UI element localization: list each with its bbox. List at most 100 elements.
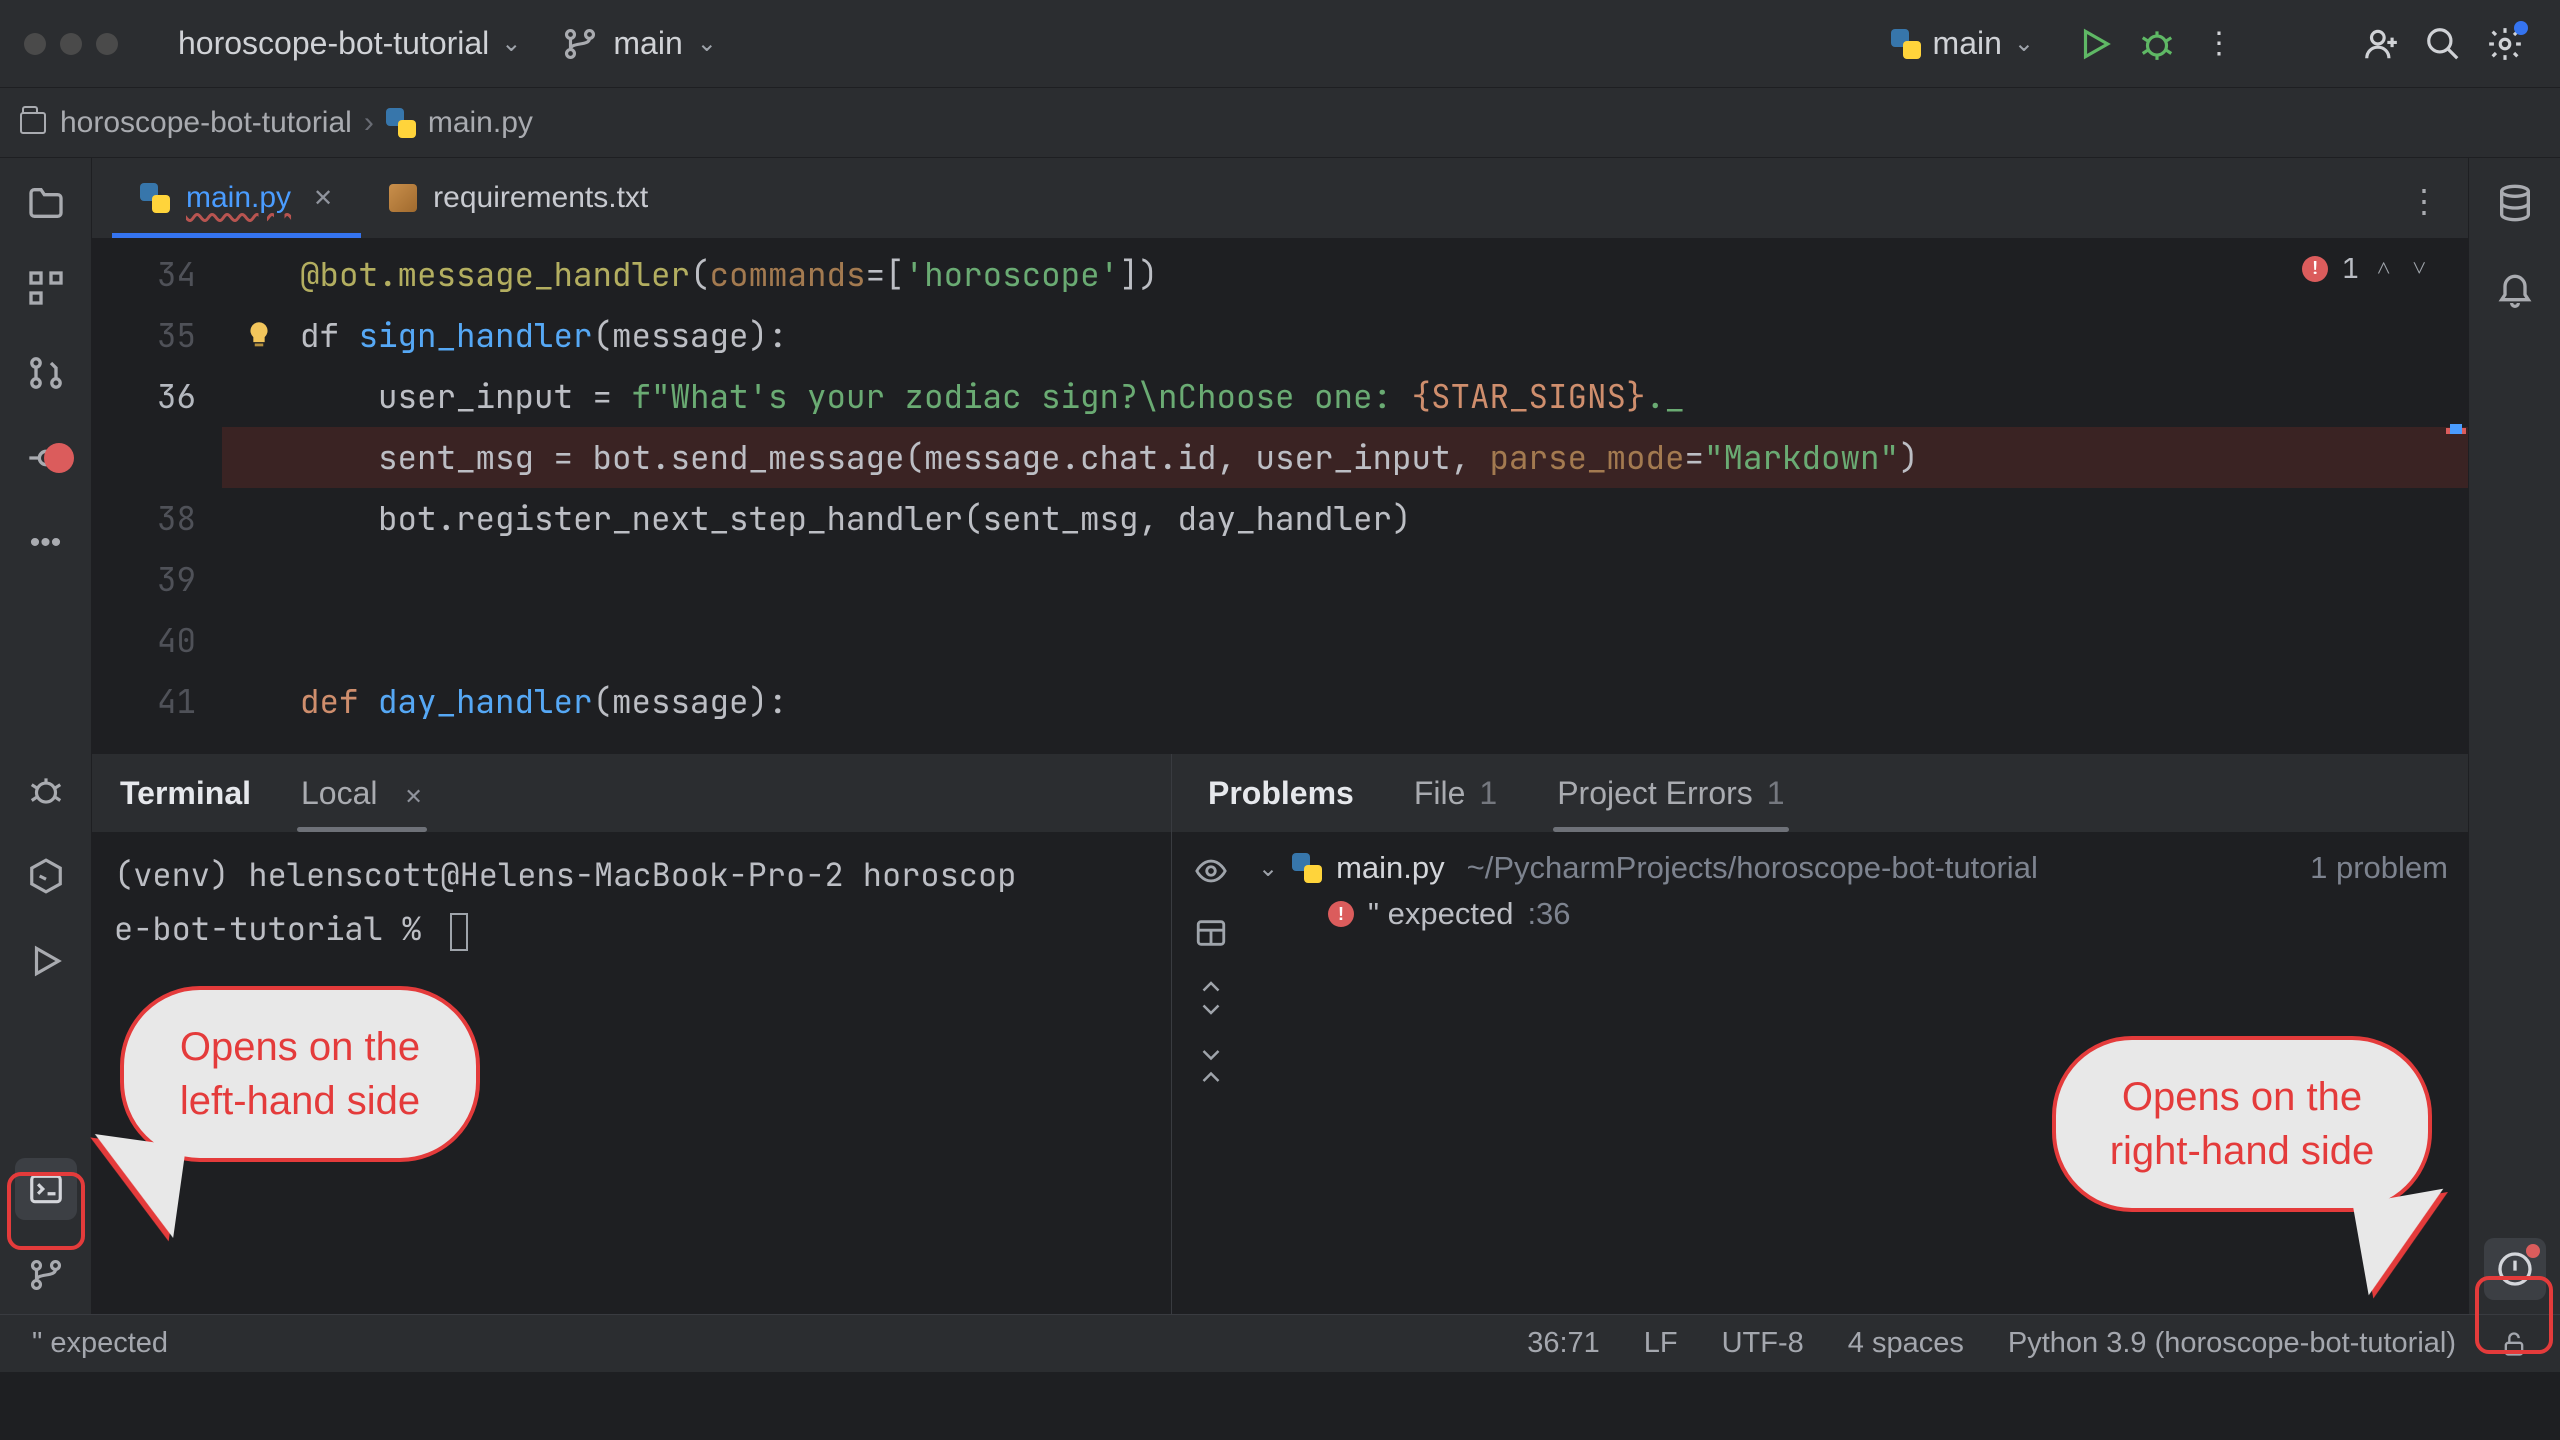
notifications-tool[interactable]: [2490, 263, 2540, 313]
line-separator[interactable]: LF: [1644, 1327, 1678, 1360]
database-tool[interactable]: [2490, 178, 2540, 228]
settings[interactable]: [2480, 19, 2530, 69]
error-line-ref: :36: [1527, 896, 1570, 932]
python-icon: [386, 108, 416, 138]
version-control-tool[interactable]: [21, 1250, 71, 1300]
breakpoint-marker[interactable]: [44, 443, 74, 473]
problems-panel: Problems File 1 Project Errors 1: [1172, 754, 2468, 1314]
annotation-highlight-right: [2475, 1276, 2553, 1354]
play-icon: [27, 942, 65, 980]
pull-request-icon: [26, 353, 66, 393]
git-branch-icon: [561, 25, 599, 63]
editor-tab-options[interactable]: ⋮: [2408, 182, 2444, 220]
line-number[interactable]: 41: [92, 671, 196, 732]
vcs-branch-selector[interactable]: main ⌄: [561, 25, 716, 63]
terminal-session-label: Local: [301, 775, 378, 811]
code-editor[interactable]: 34 35 36 38 39 40 41 @bot.message_handle…: [92, 238, 2468, 754]
run-button[interactable]: [2070, 19, 2120, 69]
problems-tabs: Problems File 1 Project Errors 1: [1172, 754, 2468, 832]
error-indicator: [2526, 1244, 2540, 1258]
intention-bulb-icon[interactable]: [242, 318, 276, 352]
eye-icon[interactable]: [1194, 854, 1228, 888]
problems-file-tab[interactable]: File 1: [1414, 757, 1497, 830]
encoding[interactable]: UTF-8: [1722, 1327, 1804, 1360]
minimize-window[interactable]: [60, 33, 82, 55]
status-message[interactable]: " expected: [32, 1327, 168, 1360]
window-controls: [24, 33, 118, 55]
line-number[interactable]: 39: [92, 549, 196, 610]
run-config-name: main: [1933, 25, 2002, 62]
bell-icon: [2495, 268, 2535, 308]
chevron-down-icon[interactable]: ⌄: [1258, 854, 1278, 883]
python-packages-tool[interactable]: [21, 851, 71, 901]
right-bottom-rail: [2468, 754, 2560, 1314]
problems-project-errors-tab[interactable]: Project Errors 1: [1557, 757, 1784, 830]
project-tool[interactable]: [21, 178, 71, 228]
gutter[interactable]: 34 35 36 38 39 40 41: [92, 238, 222, 754]
terminal-cursor: [450, 913, 468, 951]
hexagon-icon: [27, 857, 65, 895]
more-actions[interactable]: ⋮: [2194, 19, 2244, 69]
breadcrumb-file[interactable]: main.py: [428, 106, 533, 140]
project-selector[interactable]: horoscope-bot-tutorial ⌄: [178, 25, 521, 62]
terminal-title[interactable]: Terminal: [120, 757, 251, 830]
close-icon[interactable]: ✕: [404, 784, 422, 809]
line-number[interactable]: 35: [92, 305, 196, 366]
problem-count: 1 problem: [2310, 850, 2448, 886]
error-stripe[interactable]: [2444, 238, 2468, 754]
structure-tool[interactable]: [21, 263, 71, 313]
more-horizontal-icon: •••: [30, 526, 62, 560]
code-with-me[interactable]: [2356, 19, 2406, 69]
terminal-session-tab[interactable]: Local ✕: [301, 757, 423, 830]
error-icon: !: [2302, 256, 2328, 282]
line-number[interactable]: 34: [92, 244, 196, 305]
error-count: 1: [2342, 250, 2359, 287]
prev-error[interactable]: ˄: [2377, 253, 2391, 284]
search-everywhere[interactable]: [2418, 19, 2468, 69]
chevron-down-icon: ⌄: [2014, 29, 2034, 58]
inspection-widget[interactable]: ! 1 ˄ ˅: [2302, 250, 2430, 287]
tab-label: requirements.txt: [433, 181, 648, 215]
debug-button[interactable]: [2132, 19, 2182, 69]
run-config-selector[interactable]: main ⌄: [1891, 25, 2034, 62]
problems-file-row[interactable]: ⌄ main.py ~/PycharmProjects/horoscope-bo…: [1258, 850, 2448, 886]
more-tools[interactable]: •••: [21, 518, 71, 568]
tab-count: 1: [1479, 775, 1497, 812]
branch-name: main: [613, 25, 682, 62]
navigation-bar: horoscope-bot-tutorial › main.py: [0, 88, 2560, 158]
close-window[interactable]: [24, 33, 46, 55]
collapse-icon[interactable]: [1196, 1046, 1226, 1086]
code-content[interactable]: @bot.message_handler(commands=['horoscop…: [222, 238, 2468, 754]
breadcrumb-project[interactable]: horoscope-bot-tutorial: [60, 106, 352, 140]
indent-config[interactable]: 4 spaces: [1848, 1327, 1964, 1360]
breadcrumb-separator: ›: [364, 106, 374, 140]
layout-icon[interactable]: [1194, 916, 1228, 950]
tab-requirements[interactable]: requirements.txt: [361, 158, 676, 238]
line-number[interactable]: 36: [92, 366, 196, 427]
status-bar: " expected 36:71 LF UTF-8 4 spaces Pytho…: [0, 1314, 2560, 1372]
error-text: " expected: [1368, 896, 1513, 932]
problems-title[interactable]: Problems: [1208, 757, 1354, 830]
pull-requests-tool[interactable]: [21, 348, 71, 398]
line-number[interactable]: [92, 427, 196, 488]
debug-tool[interactable]: [21, 766, 71, 816]
play-icon: [2076, 25, 2114, 63]
run-tool[interactable]: [21, 936, 71, 986]
line-number[interactable]: 38: [92, 488, 196, 549]
maximize-window[interactable]: [96, 33, 118, 55]
editor-region: main.py ✕ requirements.txt ⋮ 34 35 36 38…: [92, 158, 2468, 754]
terminal-line: e-bot-tutorial %: [114, 902, 1149, 956]
expand-icon[interactable]: [1196, 978, 1226, 1018]
annotation-callout-right: Opens on the right-hand side: [2052, 1036, 2432, 1212]
interpreter[interactable]: Python 3.9 (horoscope-bot-tutorial): [2008, 1327, 2456, 1360]
line-number[interactable]: 40: [92, 610, 196, 671]
next-error[interactable]: ˅: [2412, 253, 2426, 284]
git-branch-icon: [27, 1256, 65, 1294]
problems-error-row[interactable]: ! " expected :36: [1258, 896, 2448, 932]
file-name: main.py: [1336, 850, 1445, 886]
tab-main-py[interactable]: main.py ✕: [112, 158, 361, 238]
close-icon[interactable]: ✕: [313, 184, 333, 213]
problems-toolbar: [1172, 832, 1250, 1314]
cursor-position[interactable]: 36:71: [1527, 1327, 1600, 1360]
python-icon: [1292, 853, 1322, 883]
